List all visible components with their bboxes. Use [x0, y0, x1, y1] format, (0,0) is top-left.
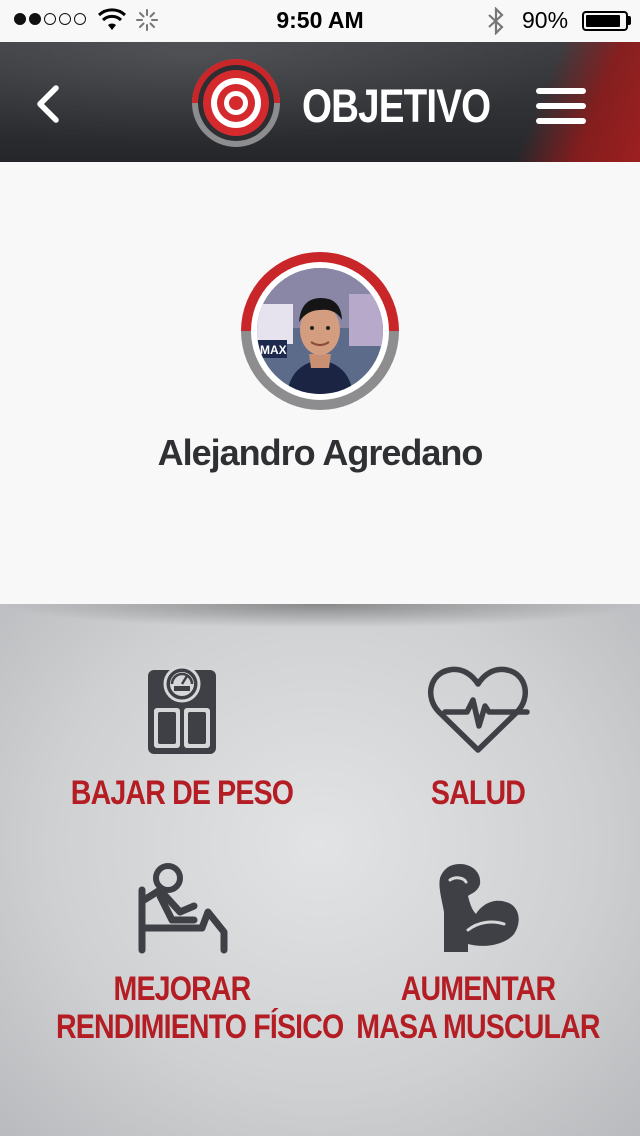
bluetooth-icon — [488, 7, 504, 35]
exercise-icon — [138, 863, 228, 954]
page-title: OBJETIVO — [302, 79, 491, 132]
target-icon — [192, 59, 280, 147]
back-button[interactable] — [28, 82, 72, 126]
battery-cap — [628, 16, 631, 25]
goal-aumentar-masa[interactable]: AUMENTAR MASA MUSCULAR — [328, 860, 628, 1046]
avatar-ring: MAX — [241, 252, 399, 410]
battery-percent: 90% — [522, 7, 569, 33]
goals-grid: BAJAR DE PESO SALUD MEJORAR RENDIMIENTO … — [0, 604, 640, 1136]
hamburger-menu-icon — [536, 88, 586, 124]
chevron-left-icon — [37, 85, 59, 123]
svg-text:MAX: MAX — [260, 343, 287, 357]
goal-label: SALUD — [430, 774, 526, 812]
profile-section: MAX Alejandro Agredano — [0, 162, 640, 604]
goal-salud[interactable]: SALUD — [328, 660, 628, 812]
goal-label-line2: RENDIMIENTO FÍSICO — [56, 1008, 344, 1046]
avatar[interactable]: MAX — [257, 268, 383, 394]
status-bar: 9:50 AM 90% — [0, 0, 640, 42]
goal-mejorar-rendimiento[interactable]: MEJORAR RENDIMIENTO FÍSICO — [32, 860, 344, 1046]
heartbeat-icon — [428, 666, 530, 753]
section-shadow — [0, 604, 640, 628]
goal-label-line1: AUMENTAR — [400, 970, 556, 1008]
muscle-icon — [439, 864, 519, 952]
user-name: Alejandro Agredano — [157, 432, 484, 473]
menu-button[interactable] — [536, 88, 586, 124]
app-header: OBJETIVO — [0, 42, 640, 162]
goal-label-line2: MASA MUSCULAR — [356, 1008, 600, 1046]
goal-label: BAJAR DE PESO — [70, 774, 294, 812]
goal-bajar-de-peso[interactable]: BAJAR DE PESO — [32, 660, 332, 812]
goal-label-line1: MEJORAR — [113, 970, 252, 1008]
scale-icon — [148, 665, 216, 754]
avatar-photo: MAX — [257, 268, 383, 394]
battery-icon — [582, 11, 628, 31]
